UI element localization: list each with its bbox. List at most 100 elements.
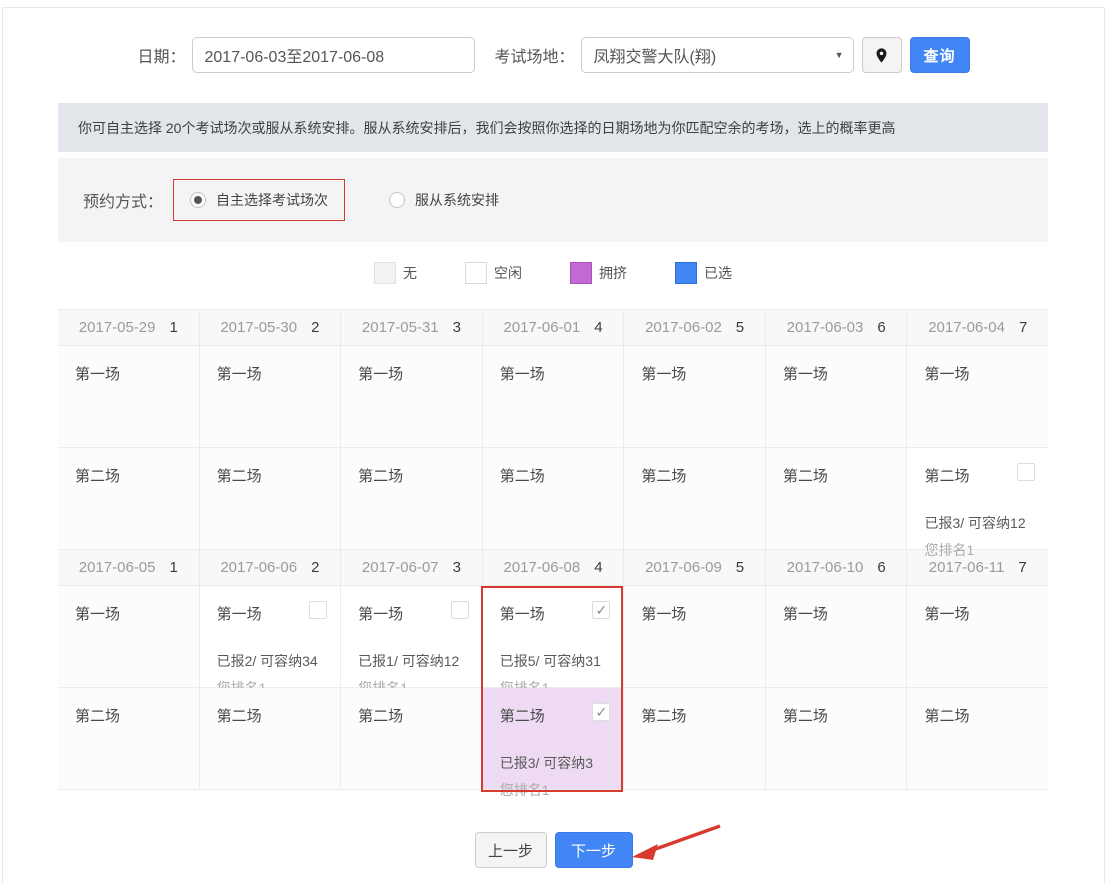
session-cell-2017-05-31-1: 第二场 bbox=[341, 448, 483, 549]
session-cell-2017-05-29-0: 第一场 bbox=[58, 346, 200, 447]
next-step-button[interactable]: 下一步 bbox=[554, 832, 633, 868]
day-header-2017-06-02: 2017-06-02 5 bbox=[624, 310, 766, 345]
session-cell-2017-06-09-0: 第一场 bbox=[624, 586, 766, 687]
session-cell-2017-05-29-1: 第二场 bbox=[58, 448, 200, 549]
day-date: 2017-06-05 bbox=[78, 559, 156, 576]
day-date: 2017-06-04 bbox=[928, 319, 1005, 336]
location-pin-button[interactable] bbox=[861, 37, 902, 73]
day-date: 2017-06-03 bbox=[786, 319, 864, 336]
day-header-2017-05-30: 2017-05-30 2 bbox=[200, 310, 342, 345]
session-title: 第二场 bbox=[782, 468, 828, 485]
session-title: 第一场 bbox=[641, 606, 687, 623]
day-date: 2017-06-06 bbox=[220, 559, 298, 576]
day-date: 2017-06-11 bbox=[928, 559, 1005, 576]
day-header-2017-06-10: 2017-06-10 6 bbox=[766, 550, 908, 585]
map-pin-icon bbox=[876, 47, 887, 63]
day-number: 7 bbox=[1018, 319, 1028, 336]
session-title: 第一场 bbox=[216, 606, 262, 623]
legend-label: 无 bbox=[403, 265, 417, 281]
session-title: 第二场 bbox=[75, 708, 121, 725]
query-button[interactable]: 查询 bbox=[909, 37, 970, 73]
session-cell-2017-06-10-0: 第一场 bbox=[765, 586, 908, 687]
rank-text: 您排名1 bbox=[924, 542, 975, 558]
session-title: 第二场 bbox=[499, 708, 545, 725]
session-cell-2017-05-31-0: 第一场 bbox=[341, 346, 483, 447]
booked-capacity-text: 已报3/ 可容纳12 bbox=[924, 515, 1026, 531]
day-date: 2017-06-10 bbox=[786, 559, 864, 576]
session-title: 第一场 bbox=[75, 606, 121, 623]
session-cell-2017-06-07-0[interactable]: 第一场已报1/ 可容纳12您排名1 bbox=[341, 586, 483, 696]
session-cell-2017-06-04-1[interactable]: 第二场已报3/ 可容纳12 您排名1 bbox=[907, 448, 1049, 558]
session-title: 第二场 bbox=[924, 708, 970, 725]
venue-selected-value: 凤翔交警大队(翔) bbox=[593, 49, 717, 66]
day-number: 4 bbox=[594, 319, 603, 336]
radio-icon[interactable] bbox=[190, 192, 207, 208]
session-title: 第一场 bbox=[782, 606, 828, 623]
previous-step-button[interactable]: 上一步 bbox=[474, 832, 547, 868]
search-toolbar: 日期： 考试场地： 凤翔交警大队(翔) ▼ 查询 bbox=[0, 37, 1107, 73]
rank-text: 您排名1 bbox=[499, 782, 550, 798]
day-header-2017-06-07: 2017-06-07 3 bbox=[341, 550, 483, 585]
session-title: 第一场 bbox=[924, 366, 970, 383]
booked-capacity-text: 已报3/ 可容纳3 bbox=[499, 755, 594, 771]
info-banner-text: 你可自主选择 20个考试场次或服从系统安排。服从系统安排后，我们会按照你选择的日… bbox=[78, 119, 896, 136]
venue-select[interactable]: 凤翔交警大队(翔) bbox=[580, 37, 854, 73]
session-cell-2017-06-05-1: 第二场 bbox=[58, 688, 200, 789]
booking-method-label: 预约方式： bbox=[83, 194, 164, 211]
day-number: 1 bbox=[169, 559, 178, 576]
legend-item-2: 拥挤 bbox=[570, 262, 627, 284]
day-number: 5 bbox=[735, 319, 745, 336]
legend-swatch bbox=[570, 262, 592, 284]
booking-option-1[interactable]: 服从系统安排 bbox=[373, 180, 515, 220]
day-number: 6 bbox=[877, 319, 886, 336]
week-0-session-row-1: 第二场 第二场 第二场 第二场 第二场 第二场 第二场 已报3/ 可容纳12 您排名1 bbox=[58, 448, 1049, 558]
day-header-2017-06-01: 2017-06-01 4 bbox=[483, 310, 625, 345]
session-cell-2017-06-06-1: 第二场 bbox=[199, 688, 342, 789]
session-cell-2017-06-06-0[interactable]: 第一场已报2/ 可容纳34您排名1 bbox=[199, 586, 342, 696]
session-cell-2017-06-08-1[interactable]: 第二场 ✓ 已报3/ 可容纳3 您排名1 bbox=[482, 688, 625, 798]
session-title: 第一场 bbox=[216, 366, 262, 383]
day-number: 1 bbox=[169, 319, 178, 336]
date-range-input[interactable] bbox=[191, 37, 475, 73]
info-banner: 你可自主选择 20个考试场次或服从系统安排。服从系统安排后，我们会按照你选择的日… bbox=[58, 103, 1048, 152]
session-cell-2017-06-08-0[interactable]: 第一场✓已报5/ 可容纳31您排名1 bbox=[482, 586, 625, 696]
week-0-header: 2017-05-29 1 2017-05-30 2 2017-05-31 3 2017-06… bbox=[58, 310, 1048, 346]
day-date: 2017-06-02 bbox=[645, 319, 722, 336]
day-date: 2017-06-01 bbox=[503, 319, 581, 336]
session-checkbox[interactable] bbox=[1017, 463, 1036, 481]
day-number: 4 bbox=[594, 559, 603, 576]
session-title: 第一场 bbox=[358, 606, 404, 623]
week-1-session-row-0: 第一场第一场已报2/ 可容纳34您排名1第一场已报1/ 可容纳12您排名1第一场… bbox=[58, 586, 1049, 696]
booking-option-label: 自主选择考试场次 bbox=[216, 192, 329, 208]
session-checkbox[interactable]: ✓ bbox=[592, 703, 611, 721]
session-checkbox[interactable]: ✓ bbox=[592, 601, 611, 619]
session-title: 第二场 bbox=[782, 708, 828, 725]
session-checkbox[interactable] bbox=[450, 601, 469, 619]
day-header-2017-05-29: 2017-05-29 1 bbox=[58, 310, 200, 345]
session-title: 第二场 bbox=[358, 708, 404, 725]
session-cell-2017-05-30-0: 第一场 bbox=[199, 346, 342, 447]
session-cell-2017-06-03-1: 第二场 bbox=[765, 448, 908, 549]
legend-label: 已选 bbox=[704, 265, 732, 281]
chevron-down-icon: ▼ bbox=[834, 50, 844, 60]
session-title: 第一场 bbox=[924, 606, 970, 623]
session-title: 第一场 bbox=[499, 606, 545, 623]
session-checkbox[interactable] bbox=[309, 601, 328, 619]
booking-option-0[interactable]: 自主选择考试场次 bbox=[173, 179, 346, 221]
day-date: 2017-05-31 bbox=[361, 319, 439, 336]
legend-label: 空闲 bbox=[494, 265, 522, 281]
session-cell-2017-06-02-1: 第二场 bbox=[624, 448, 766, 549]
day-number: 7 bbox=[1018, 559, 1027, 576]
day-date: 2017-05-30 bbox=[220, 319, 298, 336]
session-title: 第二场 bbox=[216, 708, 262, 725]
session-title: 第二场 bbox=[358, 468, 404, 485]
booked-capacity-text: 已报2/ 可容纳34 bbox=[216, 653, 318, 669]
week-1-header: 2017-06-05 1 2017-06-06 2 2017-06-07 3 2017-06… bbox=[58, 550, 1048, 586]
legend-swatch bbox=[675, 262, 697, 284]
day-number: 2 bbox=[311, 559, 320, 576]
radio-icon[interactable] bbox=[389, 192, 406, 208]
session-title: 第二场 bbox=[924, 468, 970, 485]
day-date: 2017-06-07 bbox=[361, 559, 439, 576]
booking-method-section: 预约方式： 自主选择考试场次 服从系统安排 bbox=[58, 158, 1048, 242]
day-header-2017-06-03: 2017-06-03 6 bbox=[766, 310, 908, 345]
